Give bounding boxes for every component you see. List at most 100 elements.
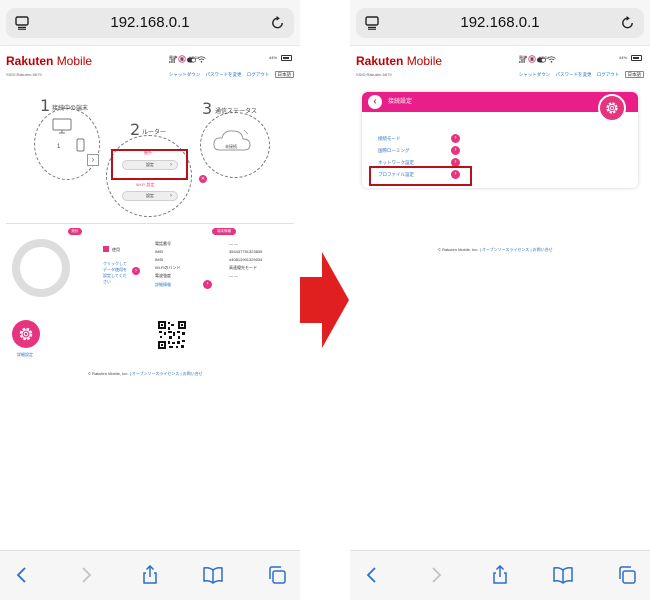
- change-password-link[interactable]: パスワードを変更: [205, 72, 241, 77]
- connection-mode-arrow-icon[interactable]: ›: [451, 134, 460, 143]
- cloud-icon: [213, 129, 251, 151]
- legend-used-swatch: [103, 246, 109, 252]
- language-select[interactable]: 日本語: [274, 71, 294, 78]
- copyright-text: © Rakuten Mobile, Inc.: [88, 371, 129, 376]
- browser-toolbar: [0, 550, 300, 600]
- forward-icon[interactable]: [426, 565, 446, 585]
- gear-icon: [606, 102, 618, 114]
- qr-code: [158, 321, 186, 349]
- back-button[interactable]: ‹: [368, 95, 382, 109]
- battery-percent: 44%: [269, 55, 278, 60]
- bookmarks-icon[interactable]: [203, 565, 223, 585]
- device-info-label: 電話番号: [155, 241, 171, 246]
- menu-item-roaming[interactable]: 国際ローミング: [378, 148, 410, 154]
- battery-icon: [281, 55, 292, 61]
- rakuten-mobile-logo: Rakuten Mobile: [6, 54, 93, 68]
- open-source-link[interactable]: オープンソースライセンス: [482, 247, 529, 252]
- highlight-box-profile-settings: [369, 166, 472, 186]
- menu-item-connection-mode[interactable]: 接続モード: [378, 136, 401, 142]
- shutdown-link[interactable]: シャットダウン: [169, 72, 201, 77]
- battery-icon: [631, 55, 642, 61]
- tabs-overview-icon[interactable]: [267, 565, 287, 585]
- step-2-number: 2: [130, 120, 141, 139]
- bookmarks-icon[interactable]: [553, 565, 573, 585]
- disconnected-mark-icon: ✕: [199, 175, 207, 183]
- device-details-link[interactable]: 詳細情報: [155, 282, 171, 288]
- contact-link[interactable]: お問い合せ: [533, 247, 553, 252]
- device-info-value: 354437751323835: [229, 249, 263, 254]
- open-source-link[interactable]: オープンソースライセンス: [132, 371, 179, 376]
- device-info-label: IMEI: [155, 249, 164, 254]
- url-text: 192.168.0.1: [110, 14, 190, 31]
- address-bar[interactable]: 192.168.0.1: [356, 8, 644, 38]
- reload-icon[interactable]: [270, 15, 285, 31]
- status-row: 圏外 KDDI 44%: [519, 55, 644, 63]
- language-select[interactable]: 日本語: [624, 71, 644, 78]
- logout-link[interactable]: ログアウト: [247, 72, 270, 77]
- step-2-label: ルーター: [142, 130, 167, 136]
- reload-icon[interactable]: [620, 15, 635, 31]
- wifi-settings-button[interactable]: 設定: [122, 191, 178, 201]
- legend-used-label: 使用: [112, 247, 120, 252]
- pc-icon: [52, 118, 72, 134]
- roaming-status: 圏外: [519, 55, 527, 60]
- tabs-overview-icon[interactable]: [617, 565, 637, 585]
- device-info-value: — —: [229, 273, 239, 278]
- wifi-icon: [197, 56, 207, 63]
- smartphone-icon: [76, 138, 85, 152]
- devices-next-button[interactable]: ›: [87, 154, 99, 166]
- carrier-name: KDDI: [189, 55, 199, 60]
- footer-separator: |: [479, 247, 481, 252]
- rakuten-mobile-logo: Rakuten Mobile: [356, 54, 443, 68]
- advanced-settings-label[interactable]: 詳細設定: [17, 352, 33, 358]
- settings-badge: [598, 94, 626, 122]
- device-details-arrow-icon[interactable]: ›: [203, 280, 212, 289]
- data-usage-donut-chart: [12, 239, 70, 297]
- footer-separator: |: [180, 371, 182, 376]
- shutdown-link[interactable]: シャットダウン: [519, 72, 551, 77]
- back-icon[interactable]: [12, 565, 32, 585]
- header-nav: シャットダウン パスワードを変更 ログアウト 日本語: [165, 71, 294, 78]
- gear-icon: [19, 327, 33, 341]
- address-bar[interactable]: 192.168.0.1: [6, 8, 294, 38]
- url-text: 192.168.0.1: [460, 14, 540, 31]
- next-step-arrow-icon: [300, 252, 349, 348]
- device-info-label: IMSI: [155, 257, 164, 262]
- device-info-value: 440812901329034: [229, 257, 263, 262]
- logout-link[interactable]: ログアウト: [597, 72, 620, 77]
- browser-toolbar: [350, 550, 650, 600]
- change-password-link[interactable]: パスワードを変更: [555, 72, 591, 77]
- wifi-settings-label: Wi-Fi 設定: [136, 182, 155, 187]
- share-icon[interactable]: [140, 565, 160, 585]
- forward-icon[interactable]: [76, 565, 96, 585]
- ssid-label: SSID:Rakuten-5679: [356, 72, 392, 77]
- back-icon[interactable]: [362, 565, 382, 585]
- browser-address-area: 192.168.0.1: [0, 0, 300, 46]
- carrier-name: KDDI: [539, 55, 549, 60]
- browser-address-area: 192.168.0.1: [350, 0, 650, 46]
- roaming-status: 圏外: [169, 55, 177, 60]
- roaming-arrow-icon[interactable]: ›: [451, 146, 460, 155]
- device-info-value: — —: [229, 241, 239, 246]
- device-info-label: 電波強度: [155, 273, 171, 278]
- footer: © Rakuten Mobile, Inc. | オープンソースライセンス | …: [438, 247, 553, 253]
- card-header: ‹ 接続設定: [362, 92, 638, 112]
- footer-separator: |: [129, 371, 131, 376]
- sim-icon: [178, 55, 186, 63]
- highlight-box-router-settings: [111, 149, 188, 180]
- status-row: 圏外 KDDI 44%: [169, 55, 294, 63]
- phone-screen-before: 192.168.0.1 Rakuten Mobile SSID:Rakuten-…: [0, 0, 300, 600]
- contact-link[interactable]: お問い合せ: [183, 371, 203, 376]
- phone-screen-after: 192.168.0.1 Rakuten Mobile SSID:Rakuten-…: [350, 0, 650, 600]
- stats-tag: 統計: [68, 228, 82, 235]
- advanced-settings-button[interactable]: [12, 320, 40, 348]
- data-plan-link-4[interactable]: さい: [103, 279, 111, 285]
- data-plan-arrow-icon[interactable]: ›: [132, 267, 140, 275]
- step-3-number: 3: [202, 99, 213, 118]
- footer-separator: |: [530, 247, 532, 252]
- wifi-icon: [547, 56, 557, 63]
- share-icon[interactable]: [490, 565, 510, 585]
- cloud-status: 未接続: [225, 144, 237, 149]
- ssid-label: SSID:Rakuten-5679: [6, 72, 42, 77]
- pc-count: 1: [57, 144, 61, 150]
